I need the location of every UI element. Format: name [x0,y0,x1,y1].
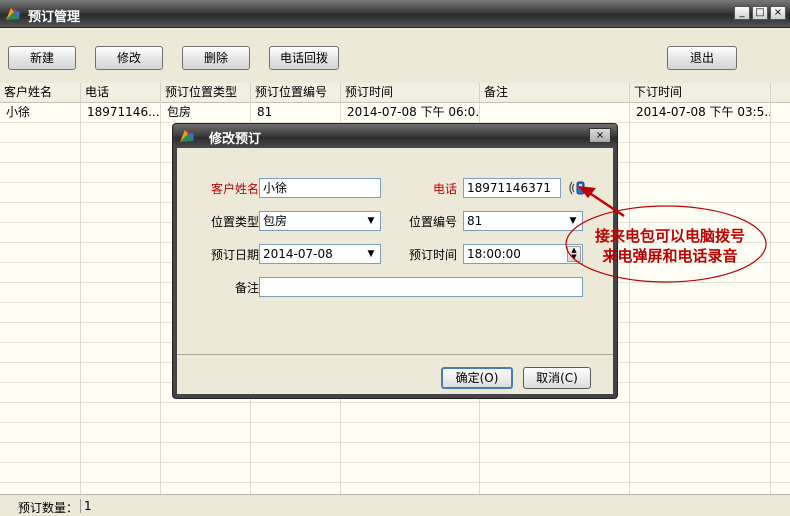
cancel-button[interactable]: 取消(C) [523,367,591,389]
cell-position-type: 包房 [161,103,251,123]
dialog-footer: 确定(O) 取消(C) [177,354,613,394]
customer-name-input[interactable]: 小徐 [259,178,381,198]
dialog-title-bar[interactable]: 修改预订 × [173,124,617,148]
window-title: 预订管理 [28,10,81,25]
cell-position-no: 81 [251,103,341,123]
dialog-title: 修改预订 [209,132,262,147]
edit-button[interactable]: 修改 [95,46,163,70]
reserve-time-label: 预订时间 [408,248,457,262]
app-logo-icon [180,130,194,142]
remark-input[interactable] [259,277,583,297]
phone-input[interactable]: 18971146371 [463,178,561,198]
close-button[interactable]: × [770,6,786,20]
edit-reservation-dialog: 修改预订 × 客户姓名 小徐 电话 18971146371 位置类型 包房 ▼ … [172,123,618,399]
position-type-select[interactable]: 包房 ▼ [259,211,381,231]
phone-callback-button[interactable]: 电话回拨 [269,46,339,70]
app-logo-icon [6,8,20,20]
cell-customer: 小徐 [0,103,81,123]
dialog-body: 客户姓名 小徐 电话 18971146371 位置类型 包房 ▼ 位置编号 81… [177,148,613,394]
chevron-down-icon[interactable]: ▼ [364,214,378,228]
phone-label: 电话 [432,182,457,196]
annotation-text: 接来电包可以电脑拨号 来电弹屏和电话录音 [574,226,766,266]
position-type-label: 位置类型 [210,215,259,229]
reserve-date-picker[interactable]: 2014-07-08 ▼ [259,244,381,264]
minimize-button[interactable]: _ [734,6,750,20]
phone-dial-icon[interactable] [569,179,587,197]
cell-remark [480,103,630,123]
reserve-date-value: 2014-07-08 [263,247,333,261]
maximize-button[interactable]: □ [752,6,768,20]
annotation-line-1: 接来电包可以电脑拨号 [594,227,745,245]
chevron-down-icon[interactable]: ▼ [364,247,378,261]
dialog-close-button[interactable]: × [589,128,611,143]
annotation-line-2: 来电弹屏和电话录音 [602,247,738,265]
customer-name-label: 客户姓名 [210,182,259,196]
position-type-value: 包房 [263,214,288,228]
cell-phone: 18971146... [81,103,161,123]
column-header-position-type[interactable]: 预订位置类型 [161,83,251,103]
position-number-label: 位置编号 [408,215,457,229]
table-row[interactable]: 小徐 18971146... 包房 81 2014-07-08 下午 06:0.… [0,103,790,123]
column-header-reserve-time[interactable]: 预订时间 [341,83,480,103]
delete-button[interactable]: 删除 [182,46,250,70]
status-bar: 预订数量： 1 [0,494,790,516]
column-header-remark[interactable]: 备注 [480,83,630,103]
column-header-customer[interactable]: 客户姓名 [0,83,81,103]
reserve-date-label: 预订日期 [210,248,259,262]
cell-reserve-time: 2014-07-08 下午 06:0... [341,103,480,123]
reservation-count-value: 1 [80,499,92,513]
exit-button[interactable]: 退出 [667,46,737,70]
new-button[interactable]: 新建 [8,46,76,70]
column-header-phone[interactable]: 电话 [81,83,161,103]
reservation-count-label: 预订数量： [18,501,79,515]
reserve-time-value: 18:00:00 [467,247,521,261]
main-title-bar: 预订管理 _ □ × [0,0,790,28]
column-header-position-no[interactable]: 预订位置编号 [251,83,341,103]
cell-order-time: 2014-07-08 下午 03:5... [630,103,771,123]
column-header-order-time[interactable]: 下订时间 [630,83,771,103]
ok-button[interactable]: 确定(O) [441,367,513,389]
window-controls: _ □ × [734,6,786,20]
position-number-select[interactable]: 81 ▼ [463,211,583,231]
grid-header: 客户姓名 电话 预订位置类型 预订位置编号 预订时间 备注 下订时间 [0,83,790,103]
remark-label: 备注 [234,281,259,295]
toolbar: 新建 修改 删除 电话回拨 退出 [0,28,790,83]
reserve-time-input[interactable]: 18:00:00 ▲ ▼ [463,244,583,264]
position-number-value: 81 [467,214,483,228]
